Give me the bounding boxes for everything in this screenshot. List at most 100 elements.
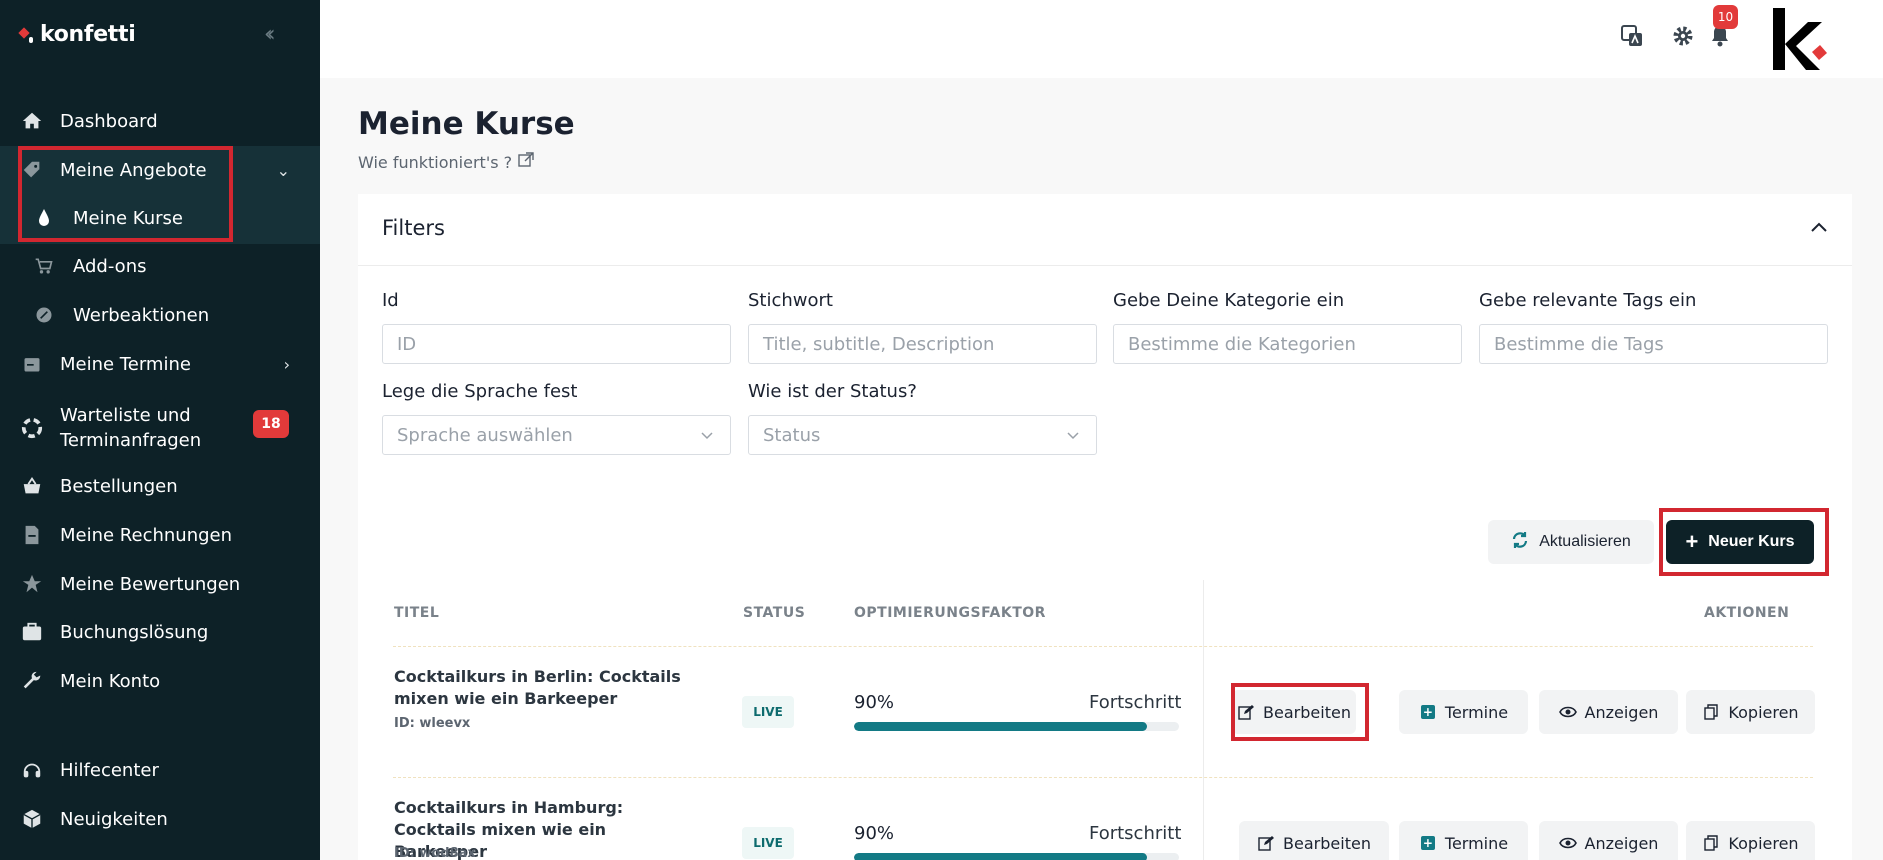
language-select[interactable]: Sprache auswählen [382, 415, 731, 455]
sidebar-item-label: Dashboard [60, 110, 158, 132]
copy-icon [1702, 703, 1720, 721]
category-input[interactable]: Bestimme die Kategorien [1113, 324, 1462, 364]
col-header-optimization: OPTIMIERUNGSFAKTOR [854, 605, 1046, 621]
translate-icon[interactable] [1618, 22, 1646, 50]
sidebar: konfetti ‹‹ Dashboard Meine Angebote ⌄ M… [0, 0, 320, 860]
invoice-icon [20, 523, 44, 547]
home-icon [20, 109, 44, 133]
id-label: Id [382, 290, 399, 311]
plus-square-icon: + [1420, 836, 1435, 850]
sidebar-item-mein-konto[interactable]: Mein Konto [0, 657, 320, 705]
wrench-icon [20, 669, 44, 693]
keyword-input[interactable]: Title, subtitle, Description [748, 324, 1097, 364]
chevron-up-icon[interactable] [1810, 218, 1828, 237]
course-title[interactable]: Cocktailkurs in Berlin: Cocktails mixen … [394, 666, 704, 710]
sidebar-item-label-group: Warteliste und Terminanfragen [60, 403, 201, 453]
topbar [320, 0, 1883, 78]
progress-label: Fortschritt [1089, 823, 1182, 844]
col-header-actions: AKTIONEN [1704, 605, 1790, 621]
course-id: ID: wleevx [394, 716, 471, 731]
sidebar-item-bestellungen[interactable]: Bestellungen [0, 462, 320, 510]
view-label: Anzeigen [1584, 702, 1659, 722]
tags-placeholder: Bestimme die Tags [1494, 333, 1664, 355]
dates-label: Termine [1444, 702, 1509, 722]
category-placeholder: Bestimme die Kategorien [1128, 333, 1356, 355]
dates-button[interactable]: + Termine [1399, 690, 1528, 734]
language-label: Lege die Sprache fest [382, 381, 578, 402]
sidebar-item-neuigkeiten[interactable]: Neuigkeiten [0, 795, 320, 843]
dates-label: Termine [1444, 833, 1509, 853]
column-divider [1203, 580, 1204, 860]
tags-input[interactable]: Bestimme die Tags [1479, 324, 1828, 364]
sidebar-item-buchungsloesung[interactable]: Buchungslösung [0, 608, 320, 656]
sidebar-item-label: Meine Termine [60, 353, 191, 375]
sidebar-item-warteliste[interactable]: Warteliste und Terminanfragen 18 [0, 400, 320, 456]
sidebar-item-werbeaktionen[interactable]: Werbeaktionen [0, 291, 320, 339]
sidebar-item-label: Warteliste und [60, 405, 191, 426]
col-header-title: TITEL [394, 605, 440, 621]
sidebar-item-dashboard[interactable]: Dashboard [0, 97, 320, 145]
confetti-mark-icon [18, 26, 34, 44]
edit-icon [1257, 834, 1275, 852]
konfetti-logo[interactable]: konfetti [18, 22, 136, 47]
sidebar-item-label: Meine Rechnungen [60, 524, 233, 546]
sidebar-item-label: Mein Konto [60, 670, 161, 692]
briefcase-icon [20, 620, 44, 644]
sidebar-item-bewertungen[interactable]: Meine Bewertungen [0, 560, 320, 608]
status-select[interactable]: Status [748, 415, 1097, 455]
collapse-sidebar-icon[interactable]: ‹‹ [264, 22, 275, 47]
sidebar-item-label: Werbeaktionen [73, 304, 210, 326]
star-icon [20, 572, 44, 596]
sidebar-item-meine-termine[interactable]: Meine Termine › [0, 340, 320, 388]
copy-button[interactable]: Kopieren [1686, 821, 1815, 860]
settings-gear-icon[interactable] [1669, 22, 1697, 50]
help-link[interactable]: Wie funktioniert's ? [358, 152, 534, 172]
status-placeholder: Status [763, 424, 821, 446]
notification-count-badge: 10 [1713, 5, 1738, 29]
help-link-label: Wie funktioniert's ? [358, 152, 513, 172]
eye-icon [1558, 703, 1577, 721]
sidebar-item-label: Add-ons [73, 255, 147, 277]
chevron-down-icon [700, 426, 714, 447]
refresh-button[interactable]: Aktualisieren [1488, 520, 1654, 564]
status-label: Wie ist der Status? [748, 381, 917, 402]
copy-label: Kopieren [1728, 702, 1799, 722]
progress-bar [854, 722, 1179, 731]
keyword-label: Stichwort [748, 290, 833, 311]
dates-button[interactable]: + Termine [1399, 821, 1528, 860]
sidebar-item-rechnungen[interactable]: Meine Rechnungen [0, 511, 320, 559]
copy-icon [1702, 834, 1720, 852]
view-label: Anzeigen [1584, 833, 1659, 853]
lifebuoy-icon [20, 416, 44, 440]
row-divider [393, 777, 1813, 778]
refresh-label: Aktualisieren [1539, 533, 1631, 550]
progress-label: Fortschritt [1089, 692, 1182, 713]
view-button[interactable]: Anzeigen [1539, 821, 1678, 860]
optimization-percent: 90% [854, 823, 895, 844]
highlight-box [1659, 508, 1829, 576]
filters-title: Filters [382, 216, 445, 240]
konfetti-k-logo[interactable] [1770, 4, 1830, 74]
sidebar-item-hilfecenter[interactable]: Hilfecenter [0, 746, 320, 794]
course-id: ID: wod8ax [394, 846, 476, 860]
copy-button[interactable]: Kopieren [1686, 690, 1815, 734]
sidebar-item-label: Meine Bewertungen [60, 573, 241, 595]
progress-bar [854, 853, 1179, 860]
sidebar-item-add-ons[interactable]: Add-ons [0, 242, 320, 290]
highlight-box [18, 146, 233, 242]
copy-label: Kopieren [1728, 833, 1799, 853]
id-placeholder: ID [397, 333, 417, 355]
view-button[interactable]: Anzeigen [1539, 690, 1678, 734]
id-input[interactable]: ID [382, 324, 731, 364]
category-label: Gebe Deine Kategorie ein [1113, 290, 1345, 311]
edit-label: Bearbeiten [1283, 833, 1371, 853]
highlight-box [1231, 683, 1369, 741]
progress-bar-fill [854, 722, 1147, 731]
row-divider [393, 646, 1813, 647]
sidebar-item-label: Buchungslösung [60, 621, 209, 643]
sidebar-item-label: Neuigkeiten [60, 808, 168, 830]
keyword-placeholder: Title, subtitle, Description [763, 333, 995, 355]
edit-button[interactable]: Bearbeiten [1239, 821, 1389, 860]
chevron-down-icon: ⌄ [276, 160, 290, 180]
filters-header[interactable]: Filters [358, 194, 1852, 266]
